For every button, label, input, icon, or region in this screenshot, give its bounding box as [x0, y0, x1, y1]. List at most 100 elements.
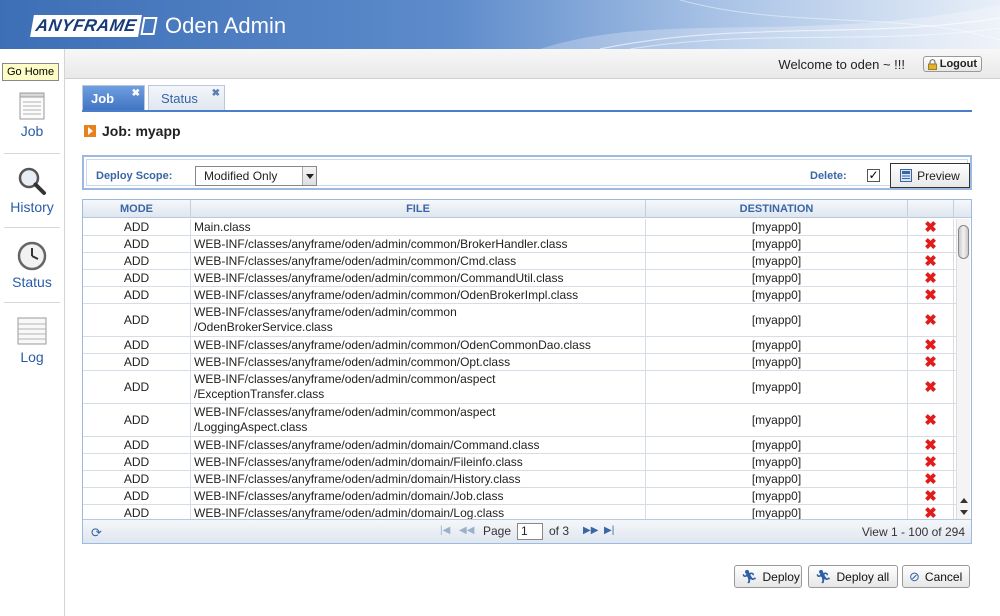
deploy-all-button[interactable]: 🏃︎ Deploy all: [808, 565, 898, 588]
app-title: Oden Admin: [165, 13, 287, 38]
first-page-icon[interactable]: |◀: [440, 525, 450, 536]
destination-cell: [myapp0]: [646, 253, 908, 269]
delete-cell: ✖: [908, 471, 954, 487]
last-page-icon[interactable]: ▶|: [604, 525, 614, 536]
deploy-scope-select[interactable]: Modified Only: [195, 166, 317, 186]
column-header-file[interactable]: FILE: [191, 200, 646, 218]
delete-row-icon[interactable]: ✖: [924, 338, 937, 353]
left-nav: Job History Status Log: [0, 49, 65, 616]
delete-cell: ✖: [908, 337, 954, 353]
table-row[interactable]: ADD Main.class [myapp0] ✖: [83, 219, 957, 236]
scroll-down-arrow-icon[interactable]: [960, 510, 968, 515]
play-arrow-icon: [84, 125, 96, 137]
table-row[interactable]: ADD WEB-INF/classes/anyframe/oden/admin/d…: [83, 488, 957, 505]
delete-row-icon[interactable]: ✖: [924, 506, 937, 520]
deploy-all-label: Deploy all: [836, 569, 890, 584]
delete-cell: ✖: [908, 354, 954, 370]
file-cell: WEB-INF/classes/anyframe/oden/admin/comm…: [191, 354, 646, 370]
table-row[interactable]: ADD WEB-INF/classes/anyframe/oden/admin/c…: [83, 337, 957, 354]
file-cell: WEB-INF/classes/anyframe/oden/admin/doma…: [191, 505, 646, 519]
tab-close-icon[interactable]: ✖: [212, 88, 220, 99]
delete-row-icon[interactable]: ✖: [924, 489, 937, 504]
destination-cell: [myapp0]: [646, 236, 908, 252]
table-row[interactable]: ADD WEB-INF/classes/anyframe/oden/admin/c…: [83, 404, 957, 437]
destination-cell: [myapp0]: [646, 287, 908, 303]
prev-page-icon[interactable]: ◀◀: [459, 525, 474, 536]
tab-job-label: Job: [91, 91, 115, 106]
delete-row-icon[interactable]: ✖: [924, 271, 937, 286]
tab-close-icon[interactable]: ✖: [132, 88, 140, 99]
next-page-icon[interactable]: ▶▶: [583, 525, 598, 536]
refresh-icon[interactable]: ⟳: [91, 525, 102, 541]
column-header-destination[interactable]: DESTINATION: [646, 200, 908, 218]
destination-cell: [myapp0]: [646, 505, 908, 519]
table-row[interactable]: ADD WEB-INF/classes/anyframe/oden/admin/c…: [83, 354, 957, 371]
table-row[interactable]: ADD WEB-INF/classes/anyframe/oden/admin/d…: [83, 471, 957, 488]
delete-cell: ✖: [908, 454, 954, 470]
anyframe-logo[interactable]: ANYFRAME: [30, 15, 158, 37]
delete-row-icon[interactable]: ✖: [924, 313, 937, 328]
grid-scrollbar[interactable]: [956, 219, 970, 519]
page-number-input[interactable]: 1: [517, 523, 543, 540]
mode-cell: ADD: [83, 437, 191, 453]
nav-label-history: History: [10, 199, 54, 215]
delete-row-icon[interactable]: ✖: [924, 355, 937, 370]
welcome-text: Welcome to oden ~ !!!: [778, 57, 905, 72]
table-row[interactable]: ADD WEB-INF/classes/anyframe/oden/admin/c…: [83, 287, 957, 304]
table-row[interactable]: ADD WEB-INF/classes/anyframe/oden/admin/c…: [83, 371, 957, 404]
file-cell: WEB-INF/classes/anyframe/oden/admin/comm…: [191, 287, 646, 303]
column-header-mode[interactable]: MODE: [83, 200, 191, 218]
table-row[interactable]: ADD WEB-INF/classes/anyframe/oden/admin/d…: [83, 505, 957, 519]
page-count-label: of 3: [549, 524, 570, 538]
delete-label: Delete:: [810, 170, 847, 182]
destination-cell: [myapp0]: [646, 454, 908, 470]
welcome-bar: Welcome to oden ~ !!! Logout: [65, 49, 1000, 79]
tab-status-label: Status: [161, 91, 198, 106]
mode-cell: ADD: [83, 371, 191, 403]
preview-button[interactable]: Preview: [890, 163, 970, 188]
delete-row-icon[interactable]: ✖: [924, 254, 937, 269]
delete-checkbox[interactable]: ✓: [867, 169, 880, 182]
preview-document-icon: [900, 169, 913, 182]
file-cell: WEB-INF/classes/anyframe/oden/admin/comm…: [191, 253, 646, 269]
nav-divider: [4, 153, 60, 154]
delete-row-icon[interactable]: ✖: [924, 472, 937, 487]
delete-row-icon[interactable]: ✖: [924, 220, 937, 235]
destination-cell: [myapp0]: [646, 337, 908, 353]
table-row[interactable]: ADD WEB-INF/classes/anyframe/oden/admin/d…: [83, 437, 957, 454]
delete-row-icon[interactable]: ✖: [924, 237, 937, 252]
job-heading: Job: myapp: [84, 123, 181, 139]
nav-item-history[interactable]: History: [0, 165, 64, 215]
cancel-circle-icon: ⊘: [909, 568, 920, 584]
nav-item-log[interactable]: Log: [0, 315, 64, 365]
file-cell: WEB-INF/classes/anyframe/oden/admin/comm…: [191, 404, 646, 436]
table-row[interactable]: ADD WEB-INF/classes/anyframe/oden/admin/c…: [83, 304, 957, 337]
table-row[interactable]: ADD WEB-INF/classes/anyframe/oden/admin/d…: [83, 454, 957, 471]
table-row[interactable]: ADD WEB-INF/classes/anyframe/oden/admin/c…: [83, 253, 957, 270]
delete-row-icon[interactable]: ✖: [924, 380, 937, 395]
deploy-button[interactable]: 🏃︎ Deploy: [734, 565, 802, 588]
logout-button[interactable]: Logout: [922, 56, 982, 72]
scroll-up-arrow-icon[interactable]: [960, 498, 968, 503]
mode-cell: ADD: [83, 287, 191, 303]
nav-item-job[interactable]: Job: [0, 91, 64, 139]
table-row[interactable]: ADD WEB-INF/classes/anyframe/oden/admin/c…: [83, 270, 957, 287]
nav-label-log: Log: [20, 349, 44, 365]
delete-cell: ✖: [908, 404, 954, 436]
tab-job[interactable]: Job ✖: [82, 85, 145, 111]
nav-item-status[interactable]: Status: [0, 240, 64, 290]
table-row[interactable]: ADD WEB-INF/classes/anyframe/oden/admin/c…: [83, 236, 957, 253]
delete-cell: ✖: [908, 270, 954, 286]
tab-status[interactable]: Status ✖: [148, 85, 225, 111]
delete-row-icon[interactable]: ✖: [924, 413, 937, 428]
file-cell: WEB-INF/classes/anyframe/oden/admin/comm…: [191, 304, 646, 336]
mode-cell: ADD: [83, 253, 191, 269]
delete-cell: ✖: [908, 287, 954, 303]
delete-row-icon[interactable]: ✖: [924, 455, 937, 470]
deploy-label: Deploy: [762, 569, 800, 584]
delete-row-icon[interactable]: ✖: [924, 288, 937, 303]
delete-row-icon[interactable]: ✖: [924, 438, 937, 453]
deploy-scope-label: Deploy Scope:: [96, 170, 173, 182]
cancel-button[interactable]: ⊘ Cancel: [902, 565, 970, 588]
scrollbar-thumb[interactable]: [958, 225, 969, 259]
